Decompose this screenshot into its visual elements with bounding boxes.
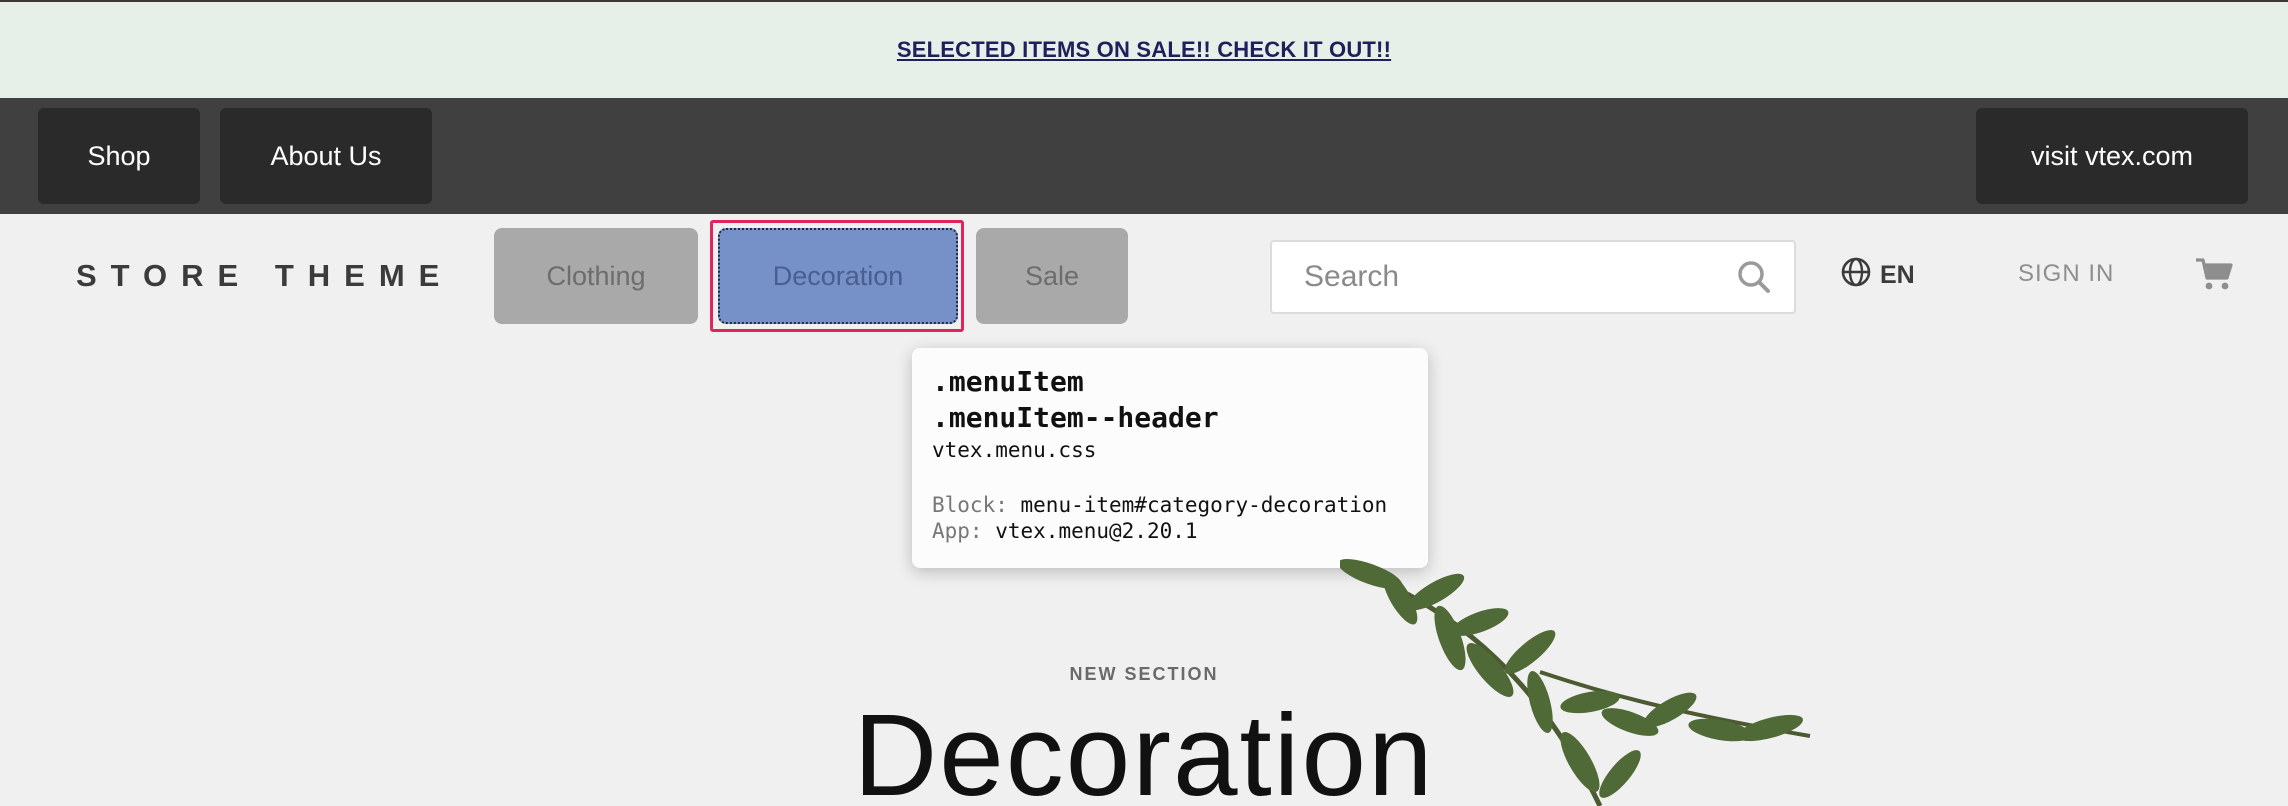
language-selector[interactable]: EN [1840, 256, 1915, 295]
promo-bar: SELECTED ITEMS ON SALE!! CHECK IT OUT!! [0, 0, 2288, 98]
promo-link[interactable]: SELECTED ITEMS ON SALE!! CHECK IT OUT!! [897, 37, 1391, 63]
tooltip-class-primary: .menuItem [932, 365, 1084, 398]
tooltip-css-file: vtex.menu.css [932, 438, 1097, 462]
menu-item-decoration[interactable]: Decoration [718, 228, 958, 324]
inspector-tooltip: .menuItem .menuItem--header vtex.menu.cs… [912, 348, 1428, 568]
tooltip-block-key: Block: [932, 493, 1008, 517]
store-logo[interactable]: STORE THEME [76, 258, 453, 294]
sign-in-link[interactable]: SIGN IN [2018, 260, 2114, 288]
tooltip-app-key: App: [932, 519, 983, 543]
tooltip-class-header: .menuItem--header [932, 401, 1219, 434]
search-icon[interactable] [1736, 259, 1772, 295]
menu-item-sale[interactable]: Sale [976, 228, 1128, 324]
top-nav: Shop About Us visit vtex.com [0, 98, 2288, 214]
search-input[interactable] [1304, 260, 1736, 294]
search-bar [1270, 240, 1796, 314]
store-header: STORE THEME Clothing Decoration Sale EN … [0, 214, 2288, 336]
language-label: EN [1880, 261, 1915, 289]
globe-icon [1840, 256, 1872, 295]
tooltip-meta: Block: menu-item#category-decoration App… [932, 492, 1408, 544]
section-label: NEW SECTION [1069, 664, 1219, 684]
cart-icon[interactable] [2194, 256, 2234, 292]
hero-title: Decoration [853, 690, 1435, 806]
shop-button[interactable]: Shop [38, 108, 200, 204]
visit-vtex-button[interactable]: visit vtex.com [1976, 108, 2248, 204]
tooltip-app-value: vtex.menu@2.20.1 [995, 519, 1198, 543]
tooltip-block-value: menu-item#category-decoration [1020, 493, 1388, 517]
menu-item-clothing[interactable]: Clothing [494, 228, 698, 324]
about-us-button[interactable]: About Us [220, 108, 432, 204]
